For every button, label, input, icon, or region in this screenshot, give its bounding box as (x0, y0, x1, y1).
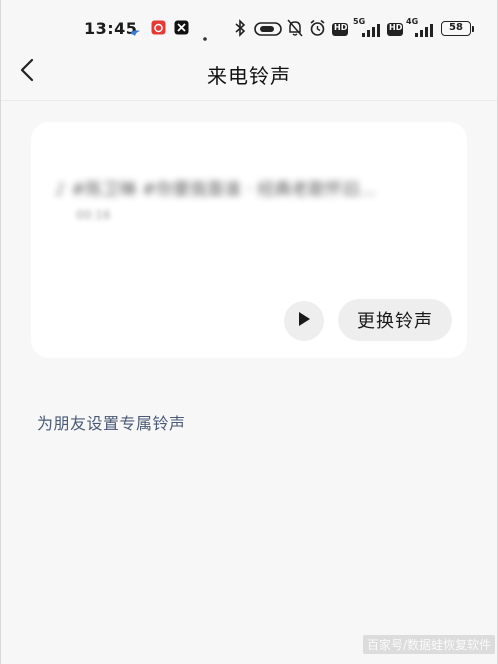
alarm-clock-icon (309, 19, 326, 41)
ringtone-title: ♪ #陈卫琳 #你要我靠谁 · 经典老歌怀旧... (55, 180, 376, 200)
vibrate-toggle-icon (254, 21, 282, 40)
dot-icon (203, 26, 207, 45)
page-title: 来电铃声 (207, 64, 291, 88)
play-button[interactable] (284, 301, 324, 341)
set-friend-ringtone-link[interactable]: 为朋友设置专属铃声 (37, 410, 186, 434)
bluetooth-icon (233, 19, 247, 41)
signal-strength-icon-2 (413, 22, 435, 41)
header-divider (1, 100, 497, 101)
red-app-icon (151, 20, 166, 39)
screen: 13:45 HD 5G HD 4G 58 来电铃声 ♪ #陈卫琳 #你要我靠谁 … (0, 0, 498, 664)
watermark: 百家号/数据蛙恢复软件 (362, 635, 495, 654)
play-icon (296, 310, 312, 332)
change-ringtone-button[interactable]: 更换铃声 (338, 299, 452, 341)
capcut-app-icon (174, 20, 189, 39)
signal-strength-icon-1 (360, 22, 382, 41)
ringtone-duration: 00:16 (76, 208, 111, 222)
battery-indicator: 58 (441, 21, 474, 36)
bird-app-icon (129, 23, 141, 42)
hd-label-1: HD (334, 23, 348, 32)
status-bar: 13:45 HD 5G HD 4G 58 (1, 0, 497, 52)
mute-bell-icon (287, 19, 303, 41)
hd-label-2: HD (389, 23, 403, 32)
ringtone-card: ♪ #陈卫琳 #你要我靠谁 · 经典老歌怀旧... 00:16 更换铃声 (31, 122, 467, 358)
